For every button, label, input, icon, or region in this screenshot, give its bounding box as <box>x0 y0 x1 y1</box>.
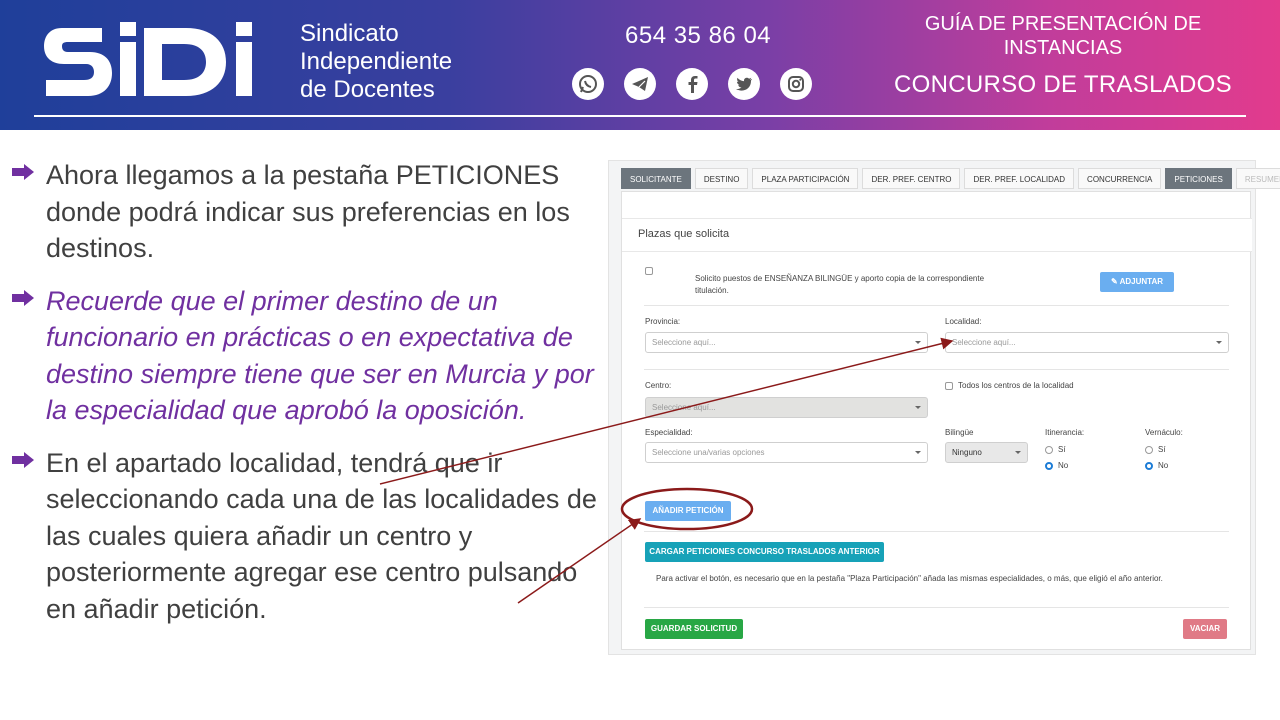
annotation-arrow-to-localidad <box>379 337 954 485</box>
annotation-highlight-ellipse <box>620 487 754 531</box>
annotation-arrow-to-add-button <box>517 518 642 604</box>
annotation-overlay <box>379 337 954 604</box>
